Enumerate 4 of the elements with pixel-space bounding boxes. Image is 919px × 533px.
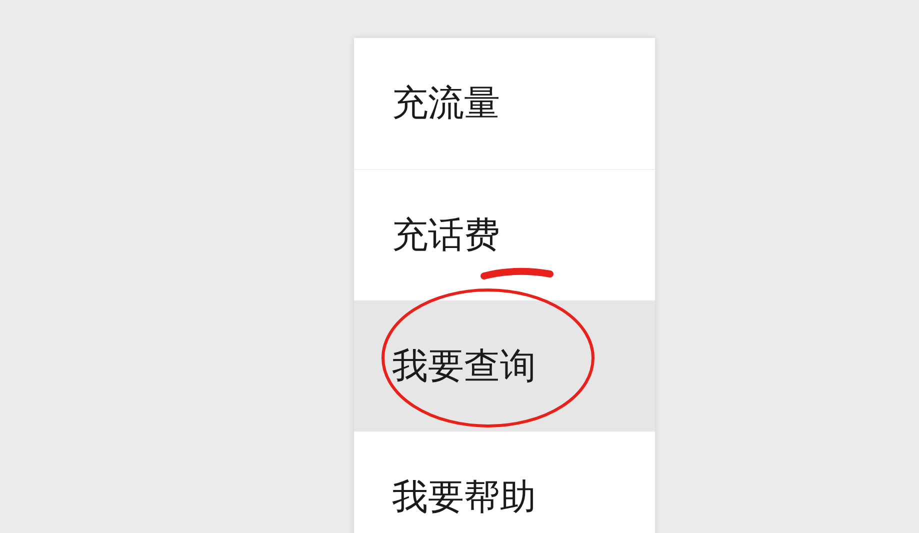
menu-item[interactable]: 充话费 [354,169,655,300]
menu-item[interactable]: 我要帮助 [354,431,655,533]
menu-item[interactable]: 充流量 [354,38,655,169]
menu-item[interactable]: 我要查询 [354,300,655,431]
